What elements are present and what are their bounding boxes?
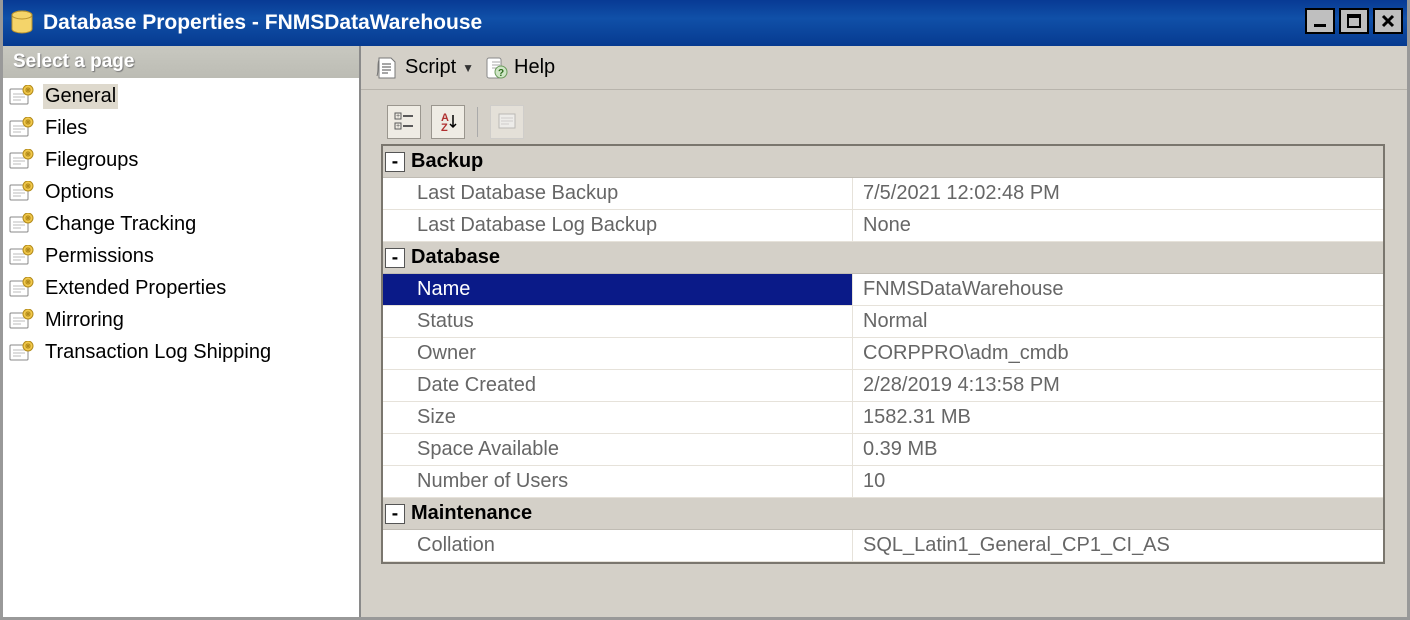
property-row[interactable]: Date Created2/28/2019 4:13:58 PM: [383, 370, 1383, 402]
property-row[interactable]: CollationSQL_Latin1_General_CP1_CI_AS: [383, 530, 1383, 562]
svg-text:?: ?: [498, 68, 504, 79]
property-row[interactable]: Size1582.31 MB: [383, 402, 1383, 434]
property-value: SQL_Latin1_General_CP1_CI_AS: [853, 530, 1383, 561]
sidebar-item-extended-properties[interactable]: Extended Properties: [3, 272, 359, 304]
property-row[interactable]: StatusNormal: [383, 306, 1383, 338]
database-icon: [9, 9, 35, 37]
page-icon: [9, 85, 35, 107]
page-icon: [9, 181, 35, 203]
category-title: Database: [411, 246, 500, 269]
sidebar-item-filegroups[interactable]: Filegroups: [3, 144, 359, 176]
sidebar-item-permissions[interactable]: Permissions: [3, 240, 359, 272]
category-title: Backup: [411, 150, 483, 173]
property-name: Size: [383, 402, 853, 433]
alphabetical-button[interactable]: A Z: [431, 105, 465, 139]
svg-text:Z: Z: [441, 122, 448, 133]
toolbar: Script ▼ ? Help: [361, 46, 1407, 90]
page-icon: [9, 341, 35, 363]
alphabetical-icon: A Z: [437, 111, 459, 133]
help-label: Help: [514, 56, 555, 79]
property-row[interactable]: Number of Users10: [383, 466, 1383, 498]
property-value: 2/28/2019 4:13:58 PM: [853, 370, 1383, 401]
sidebar-item-options[interactable]: Options: [3, 176, 359, 208]
sidebar-item-files[interactable]: Files: [3, 112, 359, 144]
property-name: Status: [383, 306, 853, 337]
property-name: Last Database Backup: [383, 178, 853, 209]
script-label: Script: [405, 56, 456, 79]
page-icon: [9, 149, 35, 171]
category-database: -Database: [383, 242, 1383, 274]
sidebar-header: Select a page: [3, 46, 359, 78]
sidebar-item-label: Permissions: [43, 244, 156, 269]
property-row[interactable]: Last Database Backup7/5/2021 12:02:48 PM: [383, 178, 1383, 210]
property-pages-button[interactable]: [490, 105, 524, 139]
main-pane: Script ▼ ? Help +: [361, 46, 1407, 617]
dialog-window: Database Properties - FNMSDataWarehouse …: [0, 0, 1410, 620]
sidebar-item-transaction-log-shipping[interactable]: Transaction Log Shipping: [3, 336, 359, 368]
property-row[interactable]: NameFNMSDataWarehouse: [383, 274, 1383, 306]
sidebar-item-label: Extended Properties: [43, 276, 228, 301]
minimize-button[interactable]: [1305, 8, 1335, 34]
property-name: Owner: [383, 338, 853, 369]
page-icon: [9, 309, 35, 331]
property-pages-icon: [497, 112, 517, 132]
property-value: FNMSDataWarehouse: [853, 274, 1383, 305]
property-name: Date Created: [383, 370, 853, 401]
property-value: 7/5/2021 12:02:48 PM: [853, 178, 1383, 209]
property-value: 1582.31 MB: [853, 402, 1383, 433]
category-maintenance: -Maintenance: [383, 498, 1383, 530]
sidebar-item-label: Files: [43, 116, 89, 141]
property-row[interactable]: Space Available0.39 MB: [383, 434, 1383, 466]
toolbar-divider: [477, 107, 478, 137]
sidebar-item-label: Filegroups: [43, 148, 140, 173]
close-button[interactable]: [1373, 8, 1403, 34]
sidebar-item-label: General: [43, 84, 118, 109]
property-grid: -BackupLast Database Backup7/5/2021 12:0…: [381, 144, 1385, 564]
help-button[interactable]: ? Help: [484, 56, 555, 80]
window-title: Database Properties - FNMSDataWarehouse: [43, 11, 482, 35]
property-name: Collation: [383, 530, 853, 561]
property-value: Normal: [853, 306, 1383, 337]
property-name: Last Database Log Backup: [383, 210, 853, 241]
property-grid-toolbar: + + A Z: [361, 90, 1407, 144]
property-name: Number of Users: [383, 466, 853, 497]
collapse-toggle[interactable]: -: [385, 152, 405, 172]
sidebar-item-change-tracking[interactable]: Change Tracking: [3, 208, 359, 240]
categorized-icon: + +: [394, 112, 414, 132]
property-value: CORPPRO\adm_cmdb: [853, 338, 1383, 369]
svg-text:+: +: [396, 113, 400, 120]
property-value: None: [853, 210, 1383, 241]
script-icon: [375, 56, 399, 80]
sidebar-item-label: Change Tracking: [43, 212, 198, 237]
category-title: Maintenance: [411, 502, 532, 525]
page-icon: [9, 213, 35, 235]
help-icon: ?: [484, 56, 508, 80]
property-value: 0.39 MB: [853, 434, 1383, 465]
maximize-button[interactable]: [1339, 8, 1369, 34]
property-row[interactable]: OwnerCORPPRO\adm_cmdb: [383, 338, 1383, 370]
category-backup: -Backup: [383, 146, 1383, 178]
script-button[interactable]: Script ▼: [375, 56, 474, 80]
property-value: 10: [853, 466, 1383, 497]
sidebar-item-general[interactable]: General: [3, 80, 359, 112]
titlebar: Database Properties - FNMSDataWarehouse: [3, 0, 1407, 46]
page-icon: [9, 277, 35, 299]
sidebar-item-label: Options: [43, 180, 116, 205]
page-icon: [9, 117, 35, 139]
collapse-toggle[interactable]: -: [385, 504, 405, 524]
collapse-toggle[interactable]: -: [385, 248, 405, 268]
sidebar-item-label: Transaction Log Shipping: [43, 340, 273, 365]
property-name: Name: [383, 274, 853, 305]
property-row[interactable]: Last Database Log BackupNone: [383, 210, 1383, 242]
property-name: Space Available: [383, 434, 853, 465]
page-icon: [9, 245, 35, 267]
sidebar-item-label: Mirroring: [43, 308, 126, 333]
svg-text:+: +: [396, 123, 400, 130]
sidebar-item-mirroring[interactable]: Mirroring: [3, 304, 359, 336]
page-selector-sidebar: Select a page General Files Filegroups O…: [3, 46, 361, 617]
chevron-down-icon: ▼: [462, 61, 474, 75]
categorized-button[interactable]: + +: [387, 105, 421, 139]
